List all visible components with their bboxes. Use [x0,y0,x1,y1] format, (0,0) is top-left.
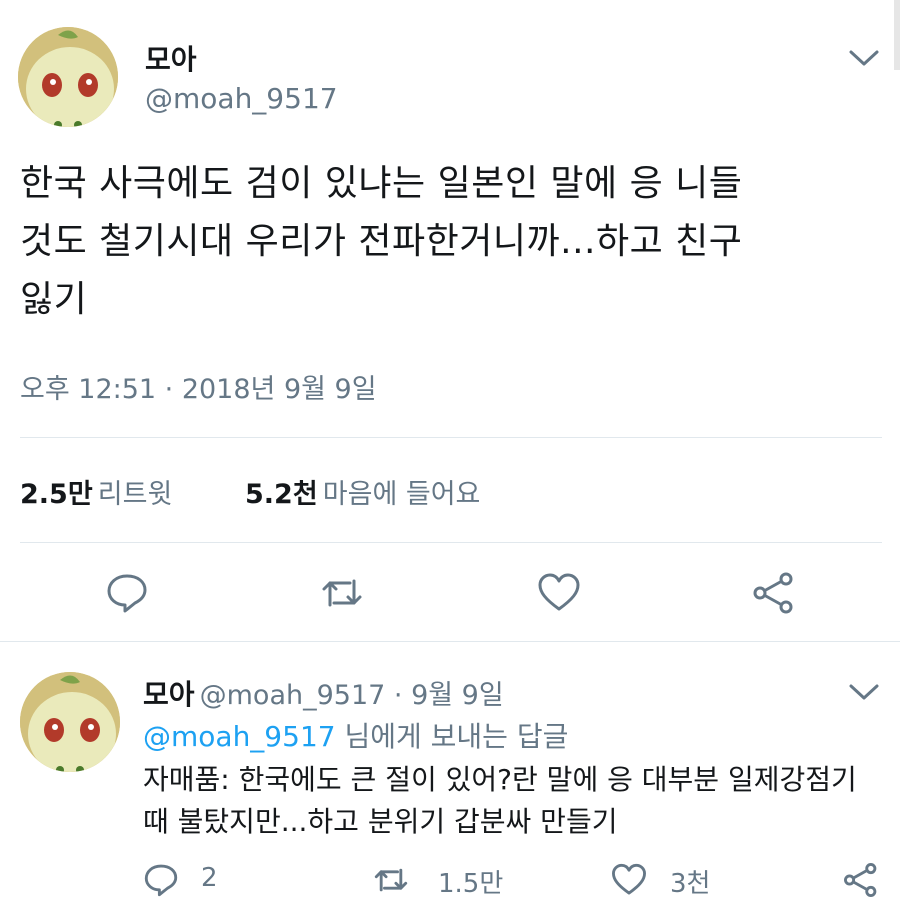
like-label: 마음에 들어요 [322,479,481,510]
retweet-stat[interactable]: 2.5만 리트윗 [20,472,172,511]
reply-text-line: 때 불탔지만...하고 분위기 갑분싸 만들기 [143,805,618,838]
reply-icon[interactable] [105,571,149,615]
reply-handle-date[interactable]: @moah_9517 · 9월 9일 [200,680,504,711]
chevron-down-icon[interactable] [848,682,880,702]
like-count: 5.2천 [245,479,318,510]
share-icon[interactable] [843,862,879,898]
scrollbar[interactable] [894,0,900,70]
tweet-text-line: 잃기 [20,279,88,320]
reply-text: 자매품: 한국에도 큰 절이 있어?란 말에 응 대부분 일제강점기 때 불탔지… [143,759,893,843]
handle[interactable]: @moah_9517 [145,82,338,115]
divider [20,542,882,543]
reply-to-mention[interactable]: @moah_9517 [143,720,336,753]
timestamp[interactable]: 오후 12:51 · 2018년 9월 9일 [20,367,377,406]
reply-icon[interactable] [143,862,179,898]
retweet-icon[interactable] [372,862,410,898]
reply-avatar[interactable] [20,672,120,772]
divider [0,641,900,642]
divider [20,437,882,438]
reply-display-name[interactable]: 모아 [143,678,195,711]
like-stat[interactable]: 5.2천 마음에 들어요 [245,472,480,511]
retweet-label: 리트윗 [97,479,173,510]
retweet-count: 2.5만 [20,479,93,510]
tweet-text-line: 한국 사극에도 검이 있냐는 일본인 말에 응 니들 [20,163,743,204]
reply-to-suffix: 님에게 보내는 답글 [335,720,569,753]
display-name[interactable]: 모아 [145,38,197,78]
reply-context: @moah_9517 님에게 보내는 답글 [143,716,568,758]
reply-count: 2 [201,863,218,893]
like-icon[interactable] [610,862,648,898]
avatar-image [18,27,118,127]
retweet-icon[interactable] [320,571,364,615]
reply-text-line: 자매품: 한국에도 큰 절이 있어?란 말에 응 대부분 일제강점기 [143,763,857,796]
tweet-text-line: 것도 철기시대 우리가 전파한거니까...하고 친구 [20,221,743,262]
tweet-text: 한국 사극에도 검이 있냐는 일본인 말에 응 니들 것도 철기시대 우리가 전… [20,155,890,329]
avatar-image [20,672,120,772]
reply-header: 모아 @moah_9517 · 9월 9일 [143,673,504,713]
like-count: 3천 [670,869,711,899]
share-icon[interactable] [752,571,796,615]
chevron-down-icon[interactable] [848,48,880,68]
like-icon[interactable] [537,571,581,615]
avatar[interactable] [18,27,118,127]
retweet-count: 1.5만 [438,869,504,899]
